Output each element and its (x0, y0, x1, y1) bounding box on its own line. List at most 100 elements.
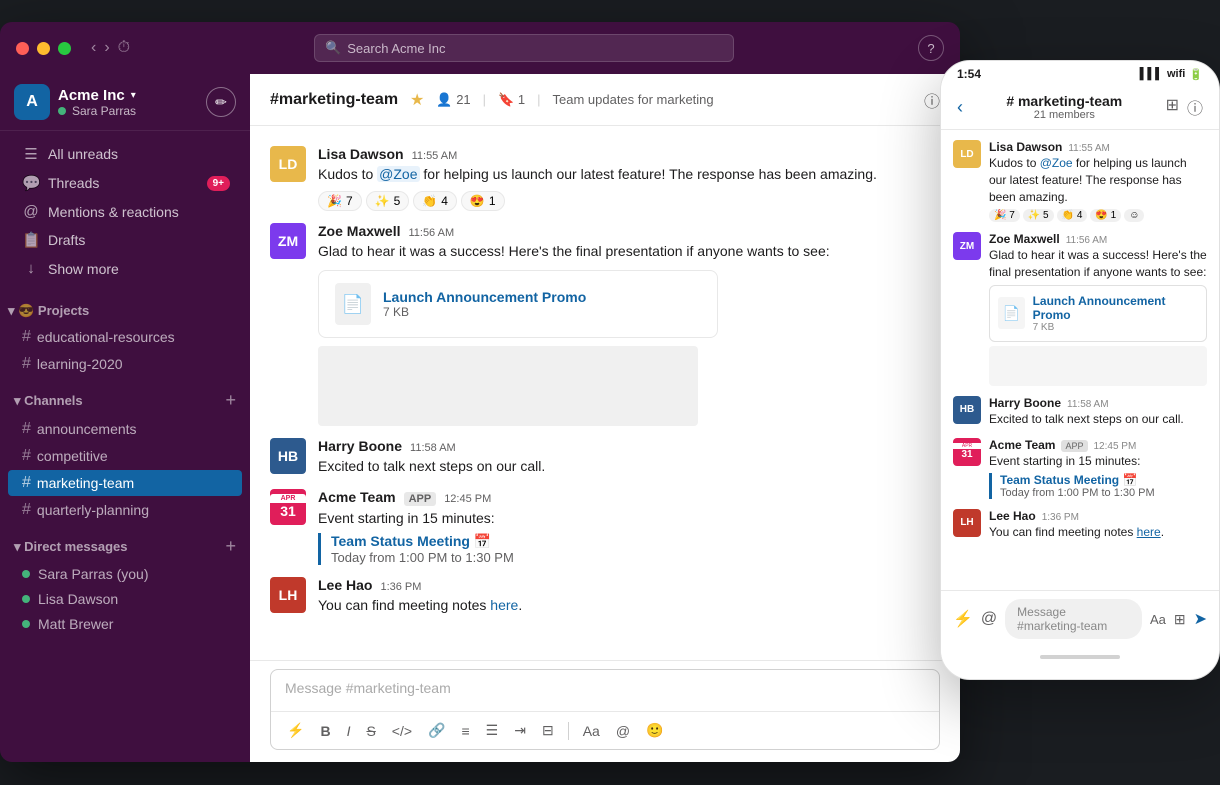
ordered-list-button[interactable]: ≡ (455, 719, 475, 743)
msg-header: Lee Hao 1:36 PM (318, 577, 940, 593)
avatar: APR 31 (270, 489, 306, 525)
phone-messages[interactable]: LD Lisa Dawson 11:55 AM Kudos to @Zoe fo… (941, 130, 1219, 590)
reaction-item[interactable]: 🎉 7 (318, 191, 362, 211)
msg-time: 1:36 PM (380, 581, 421, 593)
dm-section-header[interactable]: ▾ Direct messages (14, 539, 127, 555)
channel-item-learning[interactable]: # learning-2020 (8, 351, 242, 377)
channel-item-educational[interactable]: # educational-resources (8, 324, 242, 350)
add-channel-button[interactable]: + (225, 390, 236, 411)
messages-area[interactable]: LD Lisa Dawson 11:55 AM Kudos to @Zoe fo… (250, 126, 960, 660)
forward-button[interactable]: › (104, 39, 109, 57)
channel-star[interactable]: ★ (410, 90, 424, 110)
help-button[interactable]: ? (918, 35, 944, 61)
phone-video-icon[interactable]: ⊞ (1166, 95, 1179, 119)
dm-item-lisa[interactable]: Lisa Dawson (8, 587, 242, 611)
phone-reaction[interactable]: ✨ 5 (1023, 209, 1054, 222)
history-button[interactable]: ⏱ (118, 39, 130, 57)
meeting-notes-link[interactable]: here (490, 597, 518, 613)
strikethrough-button[interactable]: S (360, 719, 381, 743)
hash-icon: # (22, 447, 31, 465)
phone-message-input[interactable]: Message #marketing-team (1005, 599, 1142, 639)
msg-author: Acme Team (318, 489, 396, 505)
reaction-item[interactable]: ✨ 5 (366, 191, 410, 211)
search-bar[interactable]: 🔍 Search Acme Inc (314, 34, 734, 62)
indent-button[interactable]: ⇥ (508, 718, 532, 743)
phone-copy-icon[interactable]: ⊞ (1174, 611, 1186, 628)
back-button[interactable]: ‹ (91, 39, 96, 57)
attachment-size: 7 KB (383, 305, 701, 319)
show-more-icon: ↓ (22, 260, 40, 277)
phone-msg-header: Lee Hao 1:36 PM (989, 509, 1207, 523)
message-input[interactable]: Message #marketing-team (271, 670, 939, 712)
format-button[interactable]: ⊟ (536, 718, 560, 743)
channel-info-button[interactable]: ⓘ (924, 88, 940, 112)
avatar: LH (270, 577, 306, 613)
msg-time: 11:58 AM (410, 442, 456, 454)
phone-author: Lisa Dawson (989, 140, 1062, 154)
add-dm-button[interactable]: + (225, 536, 236, 557)
emoji-button[interactable]: 🙂 (640, 718, 669, 743)
channels-section-header[interactable]: ▾ Channels (14, 393, 83, 409)
sidebar-item-drafts[interactable]: 📋 Drafts (8, 226, 242, 254)
bold-button[interactable]: B (314, 719, 336, 743)
avatar: HB (270, 438, 306, 474)
link-button[interactable]: 🔗 (422, 718, 451, 743)
reaction-item[interactable]: 😍 1 (461, 191, 505, 211)
reaction-item[interactable]: 👏 4 (413, 191, 457, 211)
meeting-card[interactable]: Team Status Meeting 📅 Today from 1:00 PM… (318, 533, 940, 565)
phone-msg-header: Acme Team APP 12:45 PM (989, 438, 1207, 452)
phone-meeting-card[interactable]: Team Status Meeting 📅 Today from 1:00 PM… (989, 473, 1207, 499)
phone-mention-icon[interactable]: @ (981, 610, 997, 628)
workspace-name[interactable]: Acme Inc ▾ (58, 87, 198, 104)
channel-item-announcements[interactable]: # announcements (8, 416, 242, 442)
channel-item-competitive[interactable]: # competitive (8, 443, 242, 469)
sidebar-item-mentions[interactable]: @ Mentions & reactions (8, 198, 242, 225)
phone-back-button[interactable]: ‹ (957, 97, 963, 118)
italic-button[interactable]: I (341, 719, 357, 743)
code-button[interactable]: </> (386, 719, 418, 743)
attach-button[interactable]: ⚡ (281, 718, 310, 743)
avatar: ZM (270, 223, 306, 259)
sidebar-item-show-more[interactable]: ↓ Show more (8, 255, 242, 282)
phone-attachment[interactable]: 📄 Launch Announcement Promo 7 KB (989, 285, 1207, 342)
channel-item-quarterly[interactable]: # quarterly-planning (8, 497, 242, 523)
phone-attach-icon[interactable]: ⚡ (953, 609, 973, 629)
msg-header: Acme Team APP 12:45 PM (318, 489, 940, 506)
text-format-button[interactable]: Aa (577, 719, 606, 743)
minimize-button[interactable] (37, 42, 50, 55)
threads-icon: 💬 (22, 174, 40, 192)
msg-header: Lisa Dawson 11:55 AM (318, 146, 940, 162)
phone-reaction[interactable]: 🎉 7 (989, 209, 1020, 222)
sidebar-item-all-unreads[interactable]: ☰ All unreads (8, 140, 242, 168)
phone-reaction[interactable]: 😍 1 (1090, 209, 1121, 222)
phone-send-icon[interactable]: ➤ (1194, 609, 1207, 629)
hash-icon: # (22, 501, 31, 519)
compose-button[interactable]: ✏ (206, 87, 236, 117)
phone-notes-link[interactable]: here (1137, 525, 1161, 539)
dm-item-sara[interactable]: Sara Parras (you) (8, 562, 242, 586)
phone-message-group: APR 31 Acme Team APP 12:45 PM Event star… (953, 438, 1207, 499)
msg-content: Lisa Dawson 11:55 AM Kudos to @Zoe for h… (318, 146, 940, 211)
phone-reaction[interactable]: ☺ (1124, 209, 1144, 222)
phone-member-count: 21 members (971, 109, 1158, 121)
input-box: Message #marketing-team ⚡ B I S </> 🔗 ≡ … (270, 669, 940, 750)
projects-section-header[interactable]: ▾ 😎 Projects (0, 299, 250, 323)
sidebar-item-threads[interactable]: 💬 Threads 9+ (8, 169, 242, 197)
msg-text: Glad to hear it was a success! Here's th… (318, 241, 940, 262)
unordered-list-button[interactable]: ☰ (480, 718, 505, 743)
drafts-icon: 📋 (22, 231, 40, 249)
msg-text: Kudos to @Zoe for helping us launch our … (318, 164, 940, 185)
phone-avatar: LH (953, 509, 981, 537)
file-attachment[interactable]: 📄 Launch Announcement Promo 7 KB (318, 270, 718, 338)
phone-text-size-icon[interactable]: Aa (1150, 612, 1166, 627)
channel-item-marketing[interactable]: # marketing-team (8, 470, 242, 496)
dm-item-matt[interactable]: Matt Brewer (8, 612, 242, 636)
mention-button[interactable]: @ (610, 719, 636, 743)
phone-reaction[interactable]: 👏 4 (1057, 209, 1088, 222)
close-button[interactable] (16, 42, 29, 55)
fullscreen-button[interactable] (58, 42, 71, 55)
phone-info-icon[interactable]: ⓘ (1187, 95, 1203, 119)
phone-status-bar: 1:54 ▌▌▌ wifi 🔋 (941, 61, 1219, 85)
phone-meeting-title: Team Status Meeting 📅 (1000, 473, 1207, 487)
bookmarks: 🔖 1 (498, 92, 525, 108)
